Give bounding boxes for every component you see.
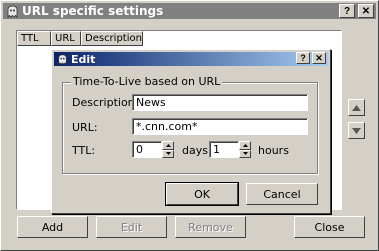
add-button[interactable]: Add [17,216,88,238]
days-unit-label: days [182,144,208,157]
ghost-icon [56,53,68,65]
days-input[interactable]: 0 [132,141,162,158]
move-down-button[interactable] [348,122,365,139]
hours-unit-label: hours [258,144,289,157]
dialog-title-bar[interactable]: Edit ? ✕ [54,52,328,66]
group-title: Time-To-Live based on URL [71,75,223,88]
list-header: TTL URL Description [17,31,341,46]
column-header-url[interactable]: URL [51,31,81,46]
url-field[interactable]: *.cnn.com* [132,118,308,135]
help-button[interactable]: ? [339,4,355,18]
spin-down-icon[interactable] [162,149,174,158]
spin-down-icon[interactable] [239,149,251,158]
move-up-button[interactable] [348,99,365,116]
edit-button[interactable]: Edit [96,216,167,238]
column-header-description[interactable]: Description [81,31,143,46]
description-label: Description: [72,96,139,109]
window-title-bar[interactable]: URL specific settings ? ✕ [3,3,376,19]
close-button[interactable]: Close [294,216,365,238]
column-header-ttl[interactable]: TTL [17,31,51,46]
spin-up-icon[interactable] [162,141,174,150]
days-spinner[interactable] [162,141,174,158]
ghost-icon [5,4,19,18]
triangle-down-icon [352,124,361,137]
spin-up-icon[interactable] [239,141,251,150]
close-window-button[interactable]: ✕ [358,4,374,18]
dialog-title: Edit [71,52,96,66]
triangle-up-icon [352,101,361,114]
dialog-close-button[interactable]: ✕ [312,52,326,64]
ttl-label: TTL: [72,144,96,157]
description-field[interactable]: News [132,94,308,111]
url-settings-window: URL specific settings ? ✕ TTL URL Descri… [0,0,379,251]
hours-spinner[interactable] [239,141,251,158]
ok-button[interactable]: OK [165,182,239,206]
edit-dialog: Edit ? ✕ Time-To-Live based on URL Descr… [51,49,331,214]
remove-button[interactable]: Remove [175,216,246,238]
url-label: URL: [72,121,98,134]
dialog-help-button[interactable]: ? [296,52,310,64]
cancel-button[interactable]: Cancel [246,183,318,205]
hours-input[interactable]: 1 [209,141,239,158]
window-title: URL specific settings [22,4,164,18]
